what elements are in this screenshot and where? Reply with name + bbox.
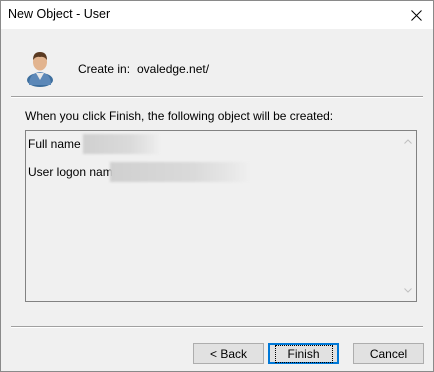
scroll-down-button[interactable] xyxy=(399,282,416,299)
user-icon xyxy=(27,52,53,87)
title-bar[interactable]: New Object - User xyxy=(1,1,433,29)
summary-textbox[interactable]: Full name User logon name: xyxy=(25,130,417,302)
intro-text: When you click Finish, the following obj… xyxy=(25,109,334,123)
finish-button-label: Finish xyxy=(274,344,333,363)
scroll-down-arrow xyxy=(403,288,412,293)
full-name-redacted xyxy=(83,134,161,154)
cancel-button[interactable]: Cancel xyxy=(353,343,424,364)
back-button[interactable]: < Back xyxy=(193,343,264,364)
close-icon xyxy=(410,9,422,21)
scroll-up-arrow xyxy=(403,139,412,144)
finish-button[interactable]: Finish xyxy=(268,343,339,364)
create-in-value: ovaledge.net/ xyxy=(137,62,210,76)
dialog-window: New Object - User Create in: ovaledge.ne… xyxy=(0,0,434,372)
close-button[interactable] xyxy=(399,1,433,29)
window-title: New Object - User xyxy=(8,7,111,21)
full-name-label: Full name xyxy=(28,137,81,151)
vertical-scrollbar[interactable] xyxy=(399,131,416,301)
create-in-label: Create in: xyxy=(78,62,131,76)
bottom-separator xyxy=(11,326,423,328)
logon-name-redacted xyxy=(110,162,250,182)
scroll-up-button[interactable] xyxy=(399,133,416,150)
top-separator xyxy=(11,96,423,98)
logon-name-label: User logon name: xyxy=(28,165,123,179)
